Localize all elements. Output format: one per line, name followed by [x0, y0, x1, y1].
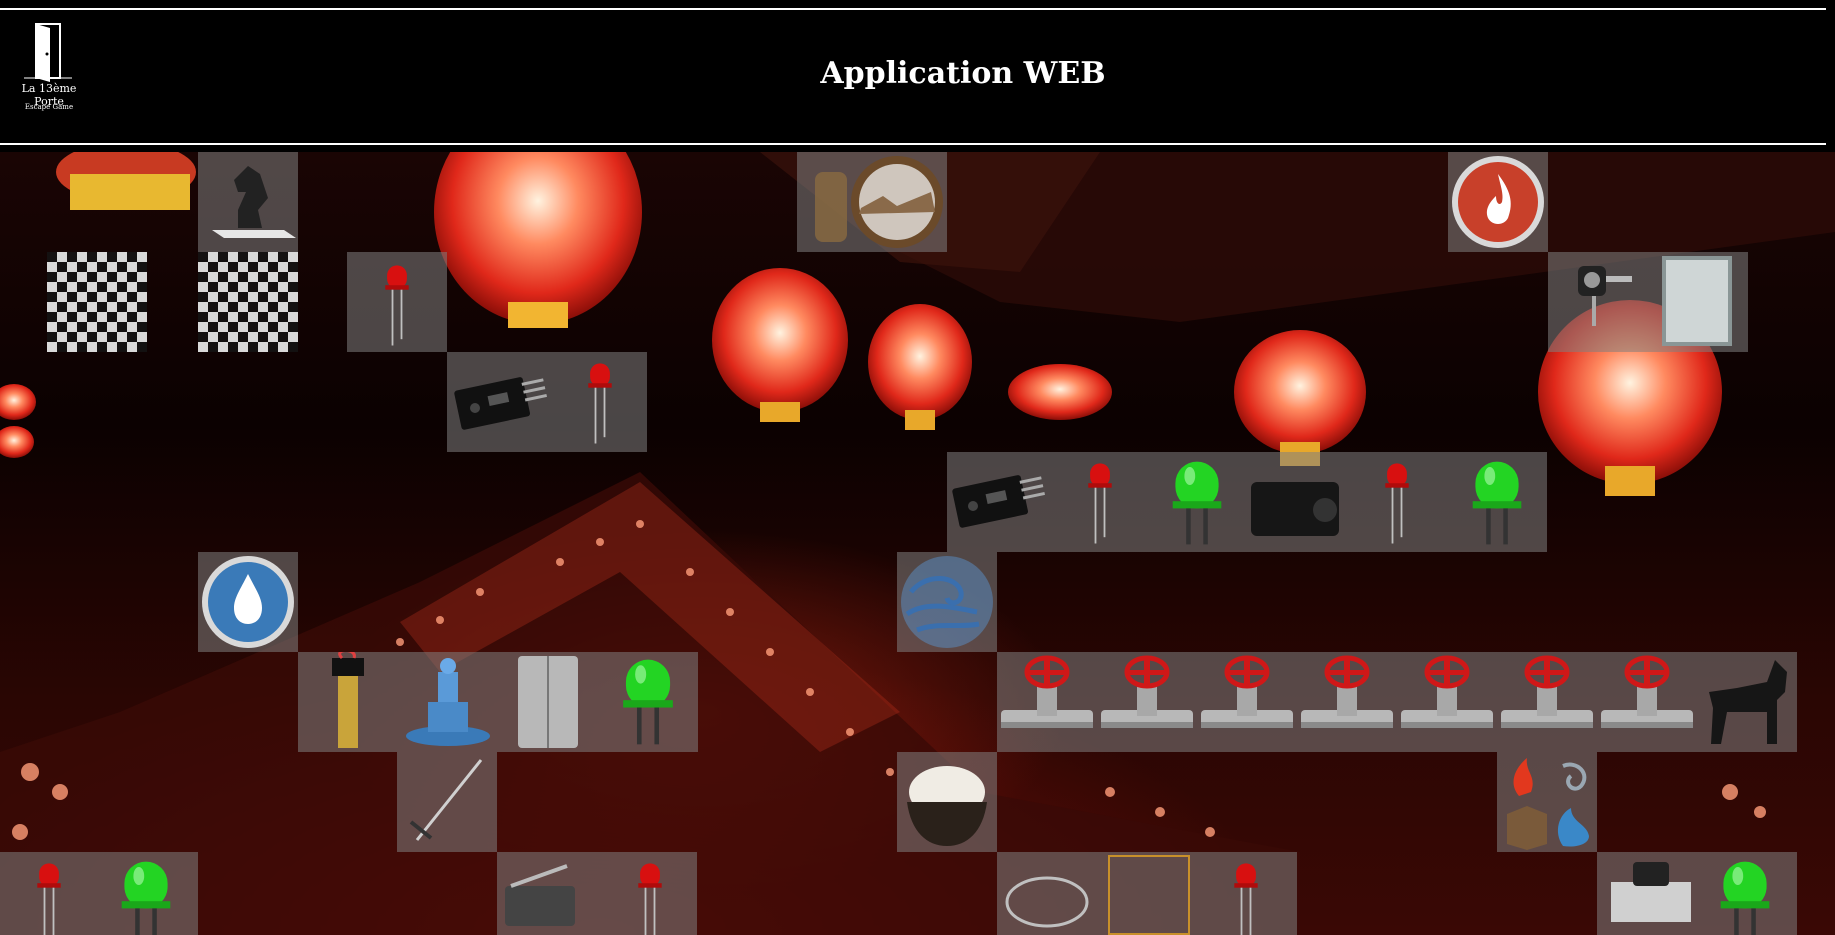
valves-dog-tile[interactable]: [997, 652, 1797, 752]
chess-knight-icon: [212, 166, 296, 238]
green-led-icon: [37, 861, 171, 935]
sensor-led-tile[interactable]: [447, 352, 647, 452]
key-switch-tile[interactable]: [1548, 252, 1748, 352]
leds-bottom-left-tile[interactable]: [0, 852, 198, 935]
sword-tile[interactable]: [397, 752, 497, 852]
fridge-icon: [332, 652, 673, 748]
moisture-fountain-fridge-tile[interactable]: [298, 652, 698, 752]
microswitch-led-tile[interactable]: [497, 852, 697, 935]
checkerboard-tile-2[interactable]: [198, 252, 298, 352]
key-switch-icon: [1578, 256, 1732, 346]
pushbutton-icon: [1611, 861, 1770, 935]
page-title: Application WEB: [820, 56, 1106, 91]
chess-knight-tile[interactable]: [198, 152, 298, 252]
water-element-tile[interactable]: [198, 552, 298, 652]
fog-machine-icon: [951, 461, 1522, 545]
bowl-led-tile[interactable]: [997, 852, 1297, 935]
microswitch-icon: [505, 863, 662, 935]
fire-element-tile[interactable]: [1448, 152, 1548, 252]
header-bottom-divider: [0, 143, 1826, 145]
app-header: La 13ème Porte Escape Game Application W…: [0, 0, 1835, 150]
checkerboard-tile-1[interactable]: [47, 252, 147, 352]
four-elements-tile[interactable]: [1497, 752, 1597, 852]
earth-element-icon: [815, 156, 943, 248]
red-led-icon: [385, 265, 409, 346]
fire-element-icon: [1452, 156, 1544, 248]
sensor-leds-fog-tile[interactable]: [947, 452, 1547, 552]
sensor-module-icon: [453, 363, 612, 444]
rice-bowl-icon: [907, 766, 987, 846]
water-element-icon: [202, 556, 294, 648]
air-element-tile[interactable]: [897, 552, 997, 652]
earth-element-tile[interactable]: [797, 152, 947, 252]
logo-subtitle: Escape Game: [24, 103, 74, 111]
background-scene: [0, 152, 1835, 935]
rice-bowl-tile[interactable]: [897, 752, 997, 852]
pushbutton-led-tile[interactable]: [1597, 852, 1797, 935]
sword-icon: [409, 759, 483, 841]
elements-icon: [1507, 758, 1589, 850]
red-led-tile-1[interactable]: [347, 252, 447, 352]
header-top-divider: [0, 8, 1826, 10]
red-led-icon: [1005, 855, 1258, 935]
air-element-icon: [901, 556, 993, 648]
valve-icon: [997, 652, 1787, 744]
